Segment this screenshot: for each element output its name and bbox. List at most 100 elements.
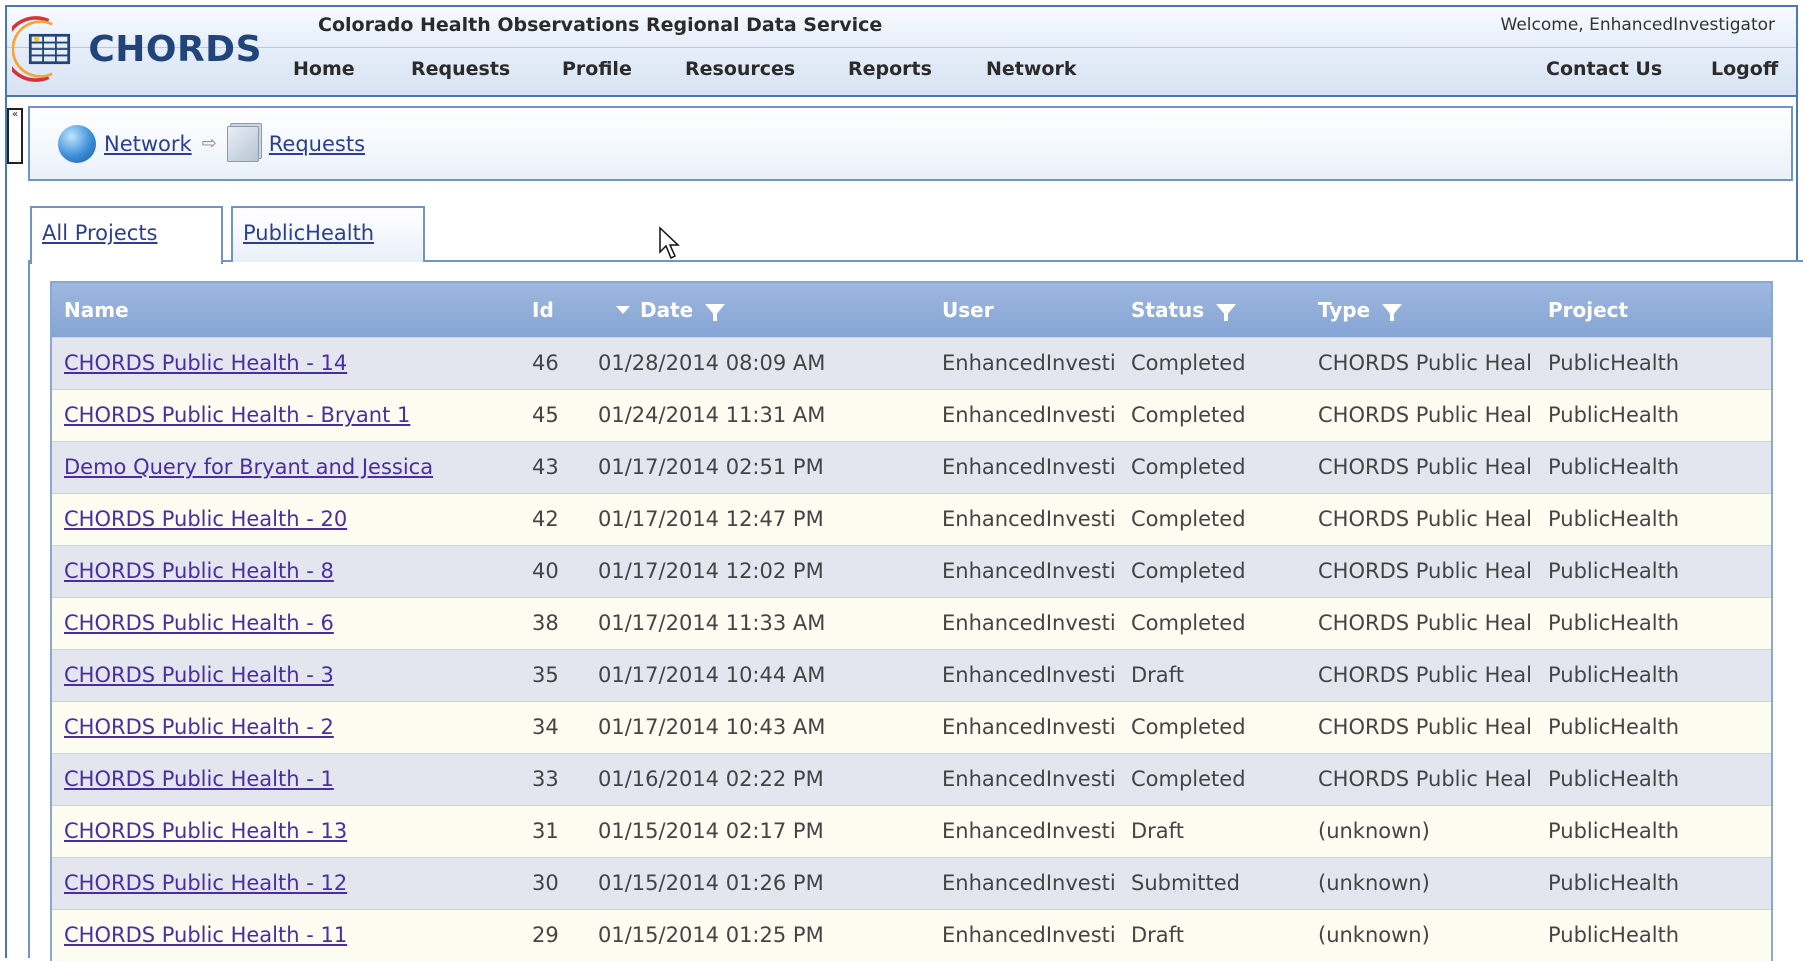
request-name-link[interactable]: CHORDS Public Health - 6 — [64, 611, 334, 635]
logo-text: CHORDS — [88, 28, 262, 70]
request-name-link[interactable]: CHORDS Public Health - 20 — [64, 507, 347, 531]
cell-name: CHORDS Public Health - Bryant 1 — [64, 403, 504, 427]
cell-project: PublicHealth — [1548, 507, 1680, 531]
cell-id: 31 — [532, 819, 559, 843]
nav-contact-us[interactable]: Contact Us — [1546, 58, 1662, 80]
table-row[interactable]: CHORDS Public Health - 6 38 01/17/2014 11:… — [52, 597, 1771, 649]
cell-type: CHORDS Public Heal — [1318, 559, 1532, 583]
sort-descending-icon[interactable] — [616, 305, 630, 314]
column-header-user[interactable]: User — [942, 298, 994, 322]
cell-name: CHORDS Public Health - 20 — [64, 507, 504, 531]
cell-status: Submitted — [1131, 871, 1240, 895]
table-row[interactable]: CHORDS Public Health - 14 46 01/28/2014 08… — [52, 337, 1771, 389]
request-name-link[interactable]: CHORDS Public Health - 2 — [64, 715, 334, 739]
table-row[interactable]: CHORDS Public Health - 20 42 01/17/2014 12… — [52, 493, 1771, 545]
request-name-link[interactable]: CHORDS Public Health - 8 — [64, 559, 334, 583]
cell-id: 30 — [532, 871, 559, 895]
column-header-id[interactable]: Id — [532, 298, 554, 322]
arrow-right-icon: ⇨ — [201, 133, 217, 154]
nav-resources[interactable]: Resources — [685, 58, 795, 80]
cell-date: 01/17/2014 02:51 PM — [598, 455, 824, 479]
table-row[interactable]: CHORDS Public Health - 13 31 01/15/2014 02… — [52, 805, 1771, 857]
column-header-status[interactable]: Status — [1131, 298, 1237, 322]
mouse-cursor-icon — [659, 226, 680, 260]
chords-logo[interactable]: CHORDS — [12, 10, 262, 88]
nav-requests[interactable]: Requests — [411, 58, 510, 80]
cell-date: 01/15/2014 01:26 PM — [598, 871, 824, 895]
cell-project: PublicHealth — [1548, 715, 1680, 739]
filter-icon[interactable] — [1382, 303, 1403, 321]
sidebar-collapse-button[interactable]: « — [7, 108, 23, 164]
request-name-link[interactable]: CHORDS Public Health - 1 — [64, 767, 334, 791]
filter-icon[interactable] — [705, 303, 726, 321]
breadcrumb-network-link[interactable]: Network — [104, 132, 192, 156]
column-header-name[interactable]: Name — [64, 298, 129, 322]
cell-status: Draft — [1131, 819, 1184, 843]
cell-project: PublicHealth — [1548, 767, 1680, 791]
cell-date: 01/15/2014 01:25 PM — [598, 923, 824, 947]
column-header-project[interactable]: Project — [1548, 298, 1628, 322]
cell-name: CHORDS Public Health - 13 — [64, 819, 504, 843]
cell-date: 01/17/2014 12:47 PM — [598, 507, 824, 531]
cell-type: CHORDS Public Heal — [1318, 767, 1532, 791]
table-row[interactable]: CHORDS Public Health - 12 30 01/15/2014 01… — [52, 857, 1771, 909]
request-name-link[interactable]: Demo Query for Bryant and Jessica — [64, 455, 433, 479]
nav-network[interactable]: Network — [986, 58, 1076, 80]
cell-name: CHORDS Public Health - 3 — [64, 663, 504, 687]
table-row[interactable]: CHORDS Public Health - 1 33 01/16/2014 02:… — [52, 753, 1771, 805]
breadcrumb-requests-link[interactable]: Requests — [269, 132, 365, 156]
cell-name: CHORDS Public Health - 11 — [64, 923, 504, 947]
table-row[interactable]: CHORDS Public Health - 8 40 01/17/2014 12:… — [52, 545, 1771, 597]
nav-logoff[interactable]: Logoff — [1711, 58, 1778, 80]
cell-type: CHORDS Public Heal — [1318, 455, 1532, 479]
cell-type: CHORDS Public Heal — [1318, 351, 1532, 375]
tab-all-projects[interactable]: All Projects — [30, 206, 223, 264]
cell-date: 01/17/2014 10:43 AM — [598, 715, 826, 739]
cell-status: Draft — [1131, 923, 1184, 947]
cell-name: CHORDS Public Health - 8 — [64, 559, 504, 583]
cell-user: EnhancedInvesti — [942, 559, 1116, 583]
tab-publichealth[interactable]: PublicHealth — [231, 206, 425, 262]
column-header-type[interactable]: Type — [1318, 298, 1403, 322]
cell-name: Demo Query for Bryant and Jessica — [64, 455, 504, 479]
table-row[interactable]: CHORDS Public Health - 3 35 01/17/2014 10:… — [52, 649, 1771, 701]
cell-user: EnhancedInvesti — [942, 923, 1116, 947]
table-row[interactable]: CHORDS Public Health - Bryant 1 45 01/24/2… — [52, 389, 1771, 441]
cell-project: PublicHealth — [1548, 351, 1680, 375]
cell-user: EnhancedInvesti — [942, 611, 1116, 635]
cell-name: CHORDS Public Health - 14 — [64, 351, 504, 375]
cell-date: 01/28/2014 08:09 AM — [598, 351, 826, 375]
cell-type: CHORDS Public Heal — [1318, 403, 1532, 427]
request-name-link[interactable]: CHORDS Public Health - Bryant 1 — [64, 403, 410, 427]
globe-icon — [58, 124, 96, 163]
request-name-link[interactable]: CHORDS Public Health - 13 — [64, 819, 347, 843]
request-name-link[interactable]: CHORDS Public Health - 14 — [64, 351, 347, 375]
cell-status: Completed — [1131, 767, 1246, 791]
request-name-link[interactable]: CHORDS Public Health - 12 — [64, 871, 347, 895]
cell-user: EnhancedInvesti — [942, 871, 1116, 895]
requests-grid: Name Id Date User Status Type Project CH… — [50, 281, 1773, 961]
cell-id: 38 — [532, 611, 559, 635]
table-row[interactable]: CHORDS Public Health - 2 34 01/17/2014 10:… — [52, 701, 1771, 753]
table-row[interactable]: CHORDS Public Health - 11 29 01/15/2014 01… — [52, 909, 1771, 961]
column-header-date[interactable]: Date — [616, 298, 726, 322]
nav-home[interactable]: Home — [293, 58, 355, 80]
cell-id: 29 — [532, 923, 559, 947]
cell-id: 45 — [532, 403, 559, 427]
table-row[interactable]: Demo Query for Bryant and Jessica 43 01/17… — [52, 441, 1771, 493]
cell-date: 01/24/2014 11:31 AM — [598, 403, 826, 427]
nav-profile[interactable]: Profile — [562, 58, 632, 80]
request-name-link[interactable]: CHORDS Public Health - 3 — [64, 663, 334, 687]
cell-project: PublicHealth — [1548, 559, 1680, 583]
cell-user: EnhancedInvesti — [942, 819, 1116, 843]
cell-id: 42 — [532, 507, 559, 531]
cell-status: Completed — [1131, 715, 1246, 739]
cell-project: PublicHealth — [1548, 455, 1680, 479]
nav-reports[interactable]: Reports — [848, 58, 932, 80]
cell-name: CHORDS Public Health - 1 — [64, 767, 504, 791]
cell-name: CHORDS Public Health - 2 — [64, 715, 504, 739]
grid-header: Name Id Date User Status Type Project — [52, 283, 1771, 337]
filter-icon[interactable] — [1216, 303, 1237, 321]
request-name-link[interactable]: CHORDS Public Health - 11 — [64, 923, 347, 947]
cell-user: EnhancedInvesti — [942, 715, 1116, 739]
